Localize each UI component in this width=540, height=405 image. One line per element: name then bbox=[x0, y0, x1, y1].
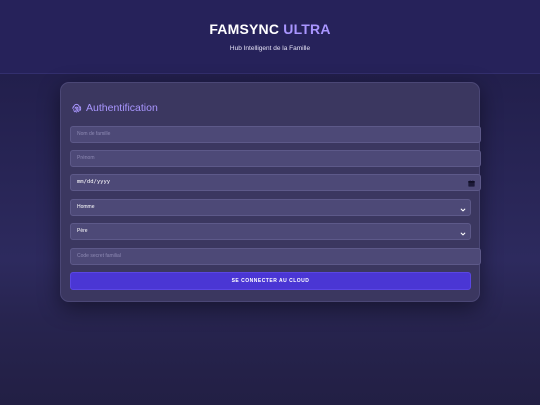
brand-logo: FAMSYNC ULTRA bbox=[0, 21, 540, 37]
birthdate-input[interactable]: mm/dd/yyyy bbox=[70, 174, 481, 191]
brand-main-text: FAMSYNC bbox=[209, 21, 280, 37]
role-select[interactable]: Père bbox=[70, 223, 471, 240]
connect-cloud-button[interactable]: SE CONNECTER AU CLOUD bbox=[70, 272, 471, 290]
app-header: FAMSYNC ULTRA Hub Intelligent de la Fami… bbox=[0, 0, 540, 74]
family-name-input[interactable]: Nom de famille bbox=[70, 126, 481, 143]
auth-card: Authentification Nom de famille Prénom m… bbox=[60, 82, 481, 302]
gender-select[interactable]: Homme bbox=[70, 199, 471, 216]
gender-select-value: Homme bbox=[77, 204, 95, 210]
role-select-value: Père bbox=[77, 228, 88, 234]
header-subtitle: Hub Intelligent de la Famille bbox=[229, 45, 311, 52]
chevron-down-icon bbox=[460, 229, 466, 236]
fingerprint-icon bbox=[71, 103, 82, 114]
connect-cloud-button-label: SE CONNECTER AU CLOUD bbox=[231, 278, 310, 284]
auth-title: Authentification bbox=[71, 101, 158, 115]
chevron-down-icon bbox=[460, 205, 466, 212]
secret-code-input[interactable]: Code secret familial bbox=[70, 248, 481, 265]
calendar-icon[interactable] bbox=[468, 179, 475, 187]
brand-accent-text: ULTRA bbox=[283, 21, 331, 37]
auth-title-text: Authentification bbox=[86, 102, 158, 114]
secret-code-placeholder: Code secret familial bbox=[77, 253, 121, 259]
birthdate-value: mm/dd/yyyy bbox=[77, 179, 111, 185]
first-name-placeholder: Prénom bbox=[77, 155, 95, 161]
family-name-placeholder: Nom de famille bbox=[77, 131, 111, 137]
first-name-input[interactable]: Prénom bbox=[70, 150, 481, 167]
